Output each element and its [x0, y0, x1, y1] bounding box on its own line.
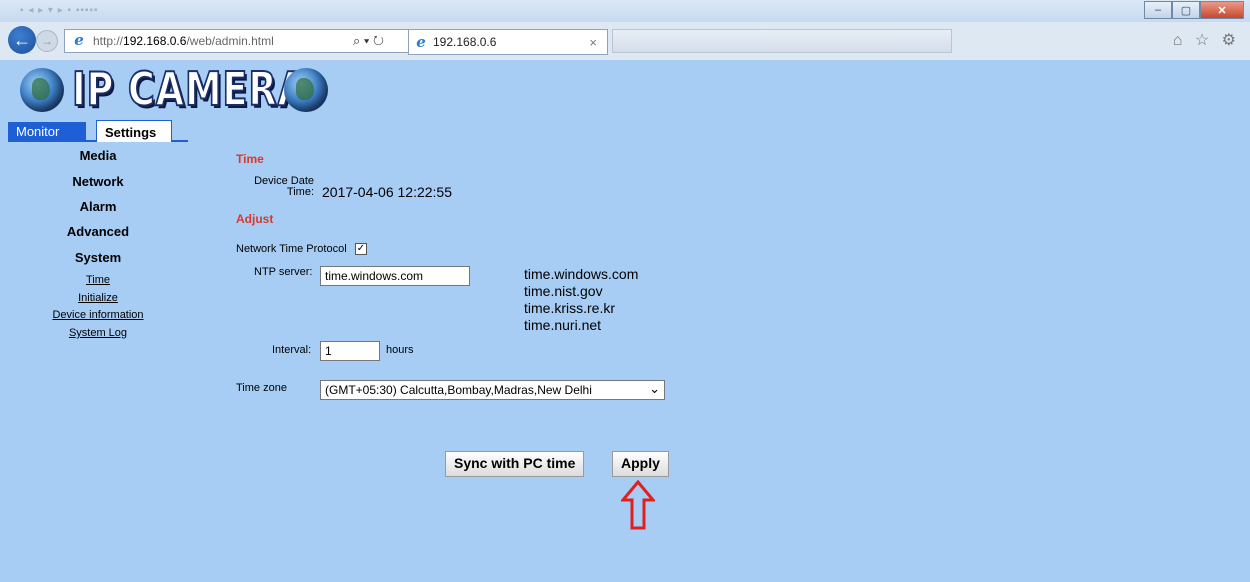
- list-item: time.nist.gov: [524, 283, 603, 299]
- browser-tab[interactable]: e 192.168.0.6 ×: [408, 29, 608, 55]
- url-text[interactable]: http://192.168.0.6/web/admin.html: [93, 34, 274, 48]
- ntp-label: Network Time Protocol: [236, 243, 347, 255]
- ntp-checkbox[interactable]: ✓: [355, 243, 367, 255]
- adjust-heading: Adjust: [236, 212, 274, 226]
- new-tab-area[interactable]: [612, 29, 952, 53]
- timezone-select[interactable]: (GMT+05:30) Calcutta,Bombay,Madras,New D…: [320, 380, 665, 400]
- window-titlebar: ▪ ◂ ▸ ▾ ▸ ▪ ▪▪▪▪▪ – ▢ ✕: [0, 0, 1250, 22]
- timezone-label: Time zone: [236, 382, 287, 394]
- logo-text: IP CAMERA: [71, 61, 307, 117]
- page-content: IP CAMERA Monitor Settings Media Network…: [0, 60, 1250, 582]
- ie-page-icon: e: [74, 31, 84, 49]
- menu-advanced[interactable]: Advanced: [8, 224, 188, 239]
- forward-arrow-icon: →: [41, 34, 53, 48]
- list-item: time.windows.com: [524, 266, 639, 282]
- sync-pc-time-button[interactable]: Sync with PC time: [445, 451, 585, 477]
- titlebar-faint-text: ▪ ◂ ▸ ▾ ▸ ▪ ▪▪▪▪▪: [20, 5, 99, 16]
- back-arrow-icon: ←: [13, 29, 31, 50]
- menu-media[interactable]: Media: [8, 148, 188, 163]
- maximize-button[interactable]: ▢: [1172, 1, 1200, 19]
- interval-label: Interval:: [272, 344, 312, 356]
- globe-icon: [284, 68, 328, 112]
- forward-button[interactable]: →: [36, 30, 58, 52]
- tab-close-icon[interactable]: ×: [589, 35, 597, 50]
- submenu-device-information[interactable]: Device information: [8, 309, 188, 321]
- device-date-label: Device Date Time:: [254, 175, 314, 198]
- ntp-server-label: NTP server:: [254, 266, 313, 278]
- sidebar-tabs: Monitor Settings: [8, 120, 188, 142]
- tab-monitor[interactable]: Monitor: [8, 122, 86, 142]
- page-header: IP CAMERA: [8, 60, 1250, 120]
- chevron-down-icon: ⌄: [649, 381, 660, 396]
- time-heading: Time: [236, 152, 264, 166]
- ie-tab-icon: e: [416, 33, 426, 51]
- interval-unit: hours: [386, 344, 414, 356]
- list-item: time.kriss.re.kr: [524, 300, 615, 316]
- device-datetime: 2017-04-06 12:22:55: [322, 184, 452, 200]
- menu-alarm[interactable]: Alarm: [8, 199, 188, 214]
- timezone-value: (GMT+05:30) Calcutta,Bombay,Madras,New D…: [325, 383, 592, 397]
- submenu-initialize[interactable]: Initialize: [8, 292, 188, 304]
- sidebar: Monitor Settings Media Network Alarm Adv…: [8, 120, 188, 582]
- list-item: time.nuri.net: [524, 317, 602, 333]
- minimize-button[interactable]: –: [1144, 1, 1172, 19]
- globe-icon: [20, 68, 64, 112]
- browser-navbar: ← → e http://192.168.0.6/web/admin.html …: [0, 22, 1250, 60]
- tab-title: 192.168.0.6: [433, 35, 497, 49]
- submenu-time[interactable]: Time: [8, 274, 188, 286]
- settings-panel: Time Device Date Time: 2017-04-06 12:22:…: [188, 120, 1250, 582]
- home-star-gear-icons[interactable]: ⌂ ☆ ⚙: [1173, 30, 1240, 50]
- menu-system[interactable]: System: [8, 250, 188, 265]
- up-arrow-annotation-icon: [621, 480, 655, 530]
- ntp-server-input[interactable]: time.windows.com: [320, 266, 470, 286]
- ntp-server-list: time.windows.com time.nist.gov time.kris…: [524, 266, 638, 334]
- tab-settings[interactable]: Settings: [96, 120, 172, 142]
- search-refresh-icons[interactable]: ⌕ ▾ ↻: [353, 33, 384, 49]
- submenu-system-log[interactable]: System Log: [8, 327, 188, 339]
- apply-button[interactable]: Apply: [612, 451, 669, 477]
- menu-network[interactable]: Network: [8, 174, 188, 189]
- back-button[interactable]: ←: [8, 26, 36, 54]
- window-buttons: – ▢ ✕: [1144, 1, 1244, 19]
- close-window-button[interactable]: ✕: [1200, 1, 1244, 19]
- interval-input[interactable]: 1: [320, 341, 380, 361]
